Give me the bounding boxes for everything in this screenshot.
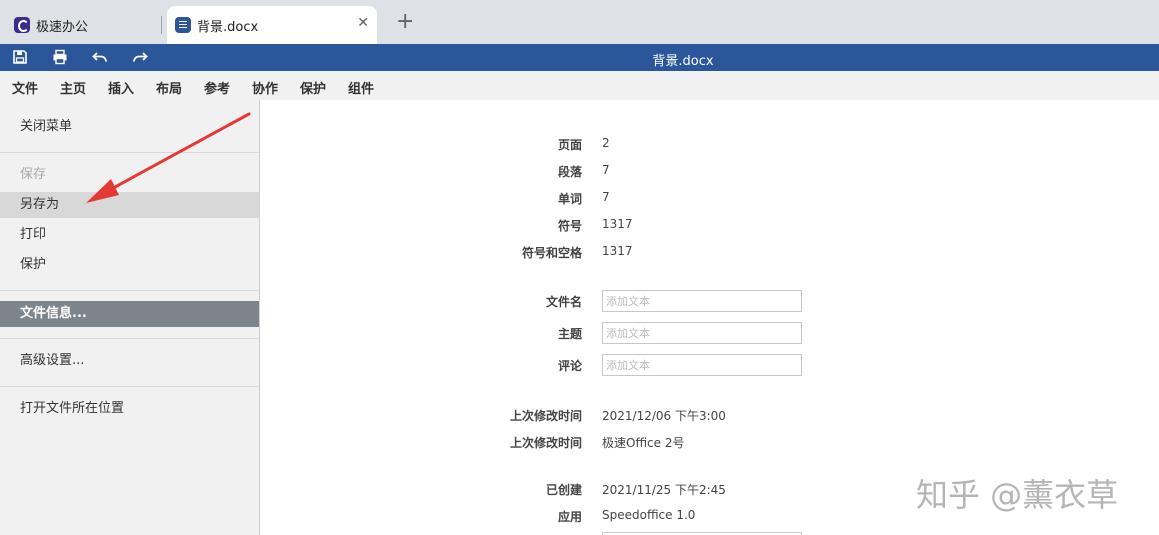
annotation-arrow [86, 112, 251, 203]
watermark: 知乎 @薰衣草 [916, 476, 1119, 514]
